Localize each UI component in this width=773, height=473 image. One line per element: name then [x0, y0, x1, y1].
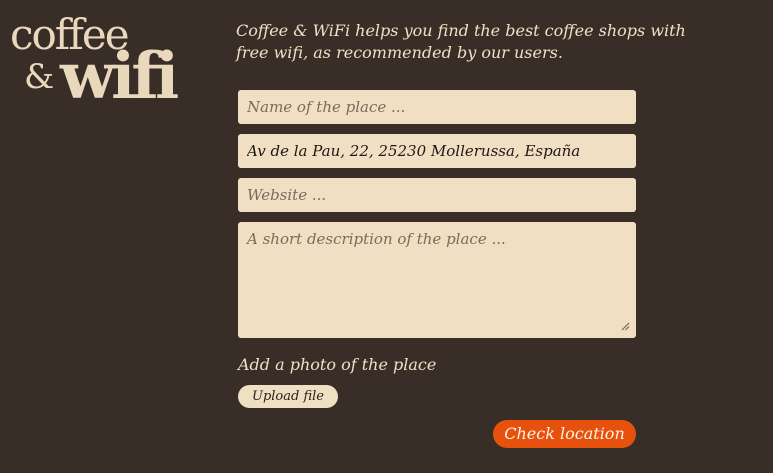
address-input[interactable] — [238, 134, 636, 168]
place-name-input[interactable] — [238, 90, 636, 124]
photo-label: Add a photo of the place — [238, 355, 437, 374]
logo-text-wifi: wifi — [60, 39, 179, 114]
check-location-button[interactable]: Check location — [493, 420, 636, 448]
intro-text: Coffee & WiFi helps you find the best co… — [236, 21, 686, 62]
brand-logo: coffee & wifi — [10, 14, 210, 112]
upload-file-button[interactable]: Upload file — [238, 385, 338, 408]
resize-grip-icon[interactable] — [621, 322, 630, 331]
logo-ampersand: & — [24, 57, 55, 97]
description-textarea[interactable] — [238, 222, 636, 338]
website-input[interactable] — [238, 178, 636, 212]
